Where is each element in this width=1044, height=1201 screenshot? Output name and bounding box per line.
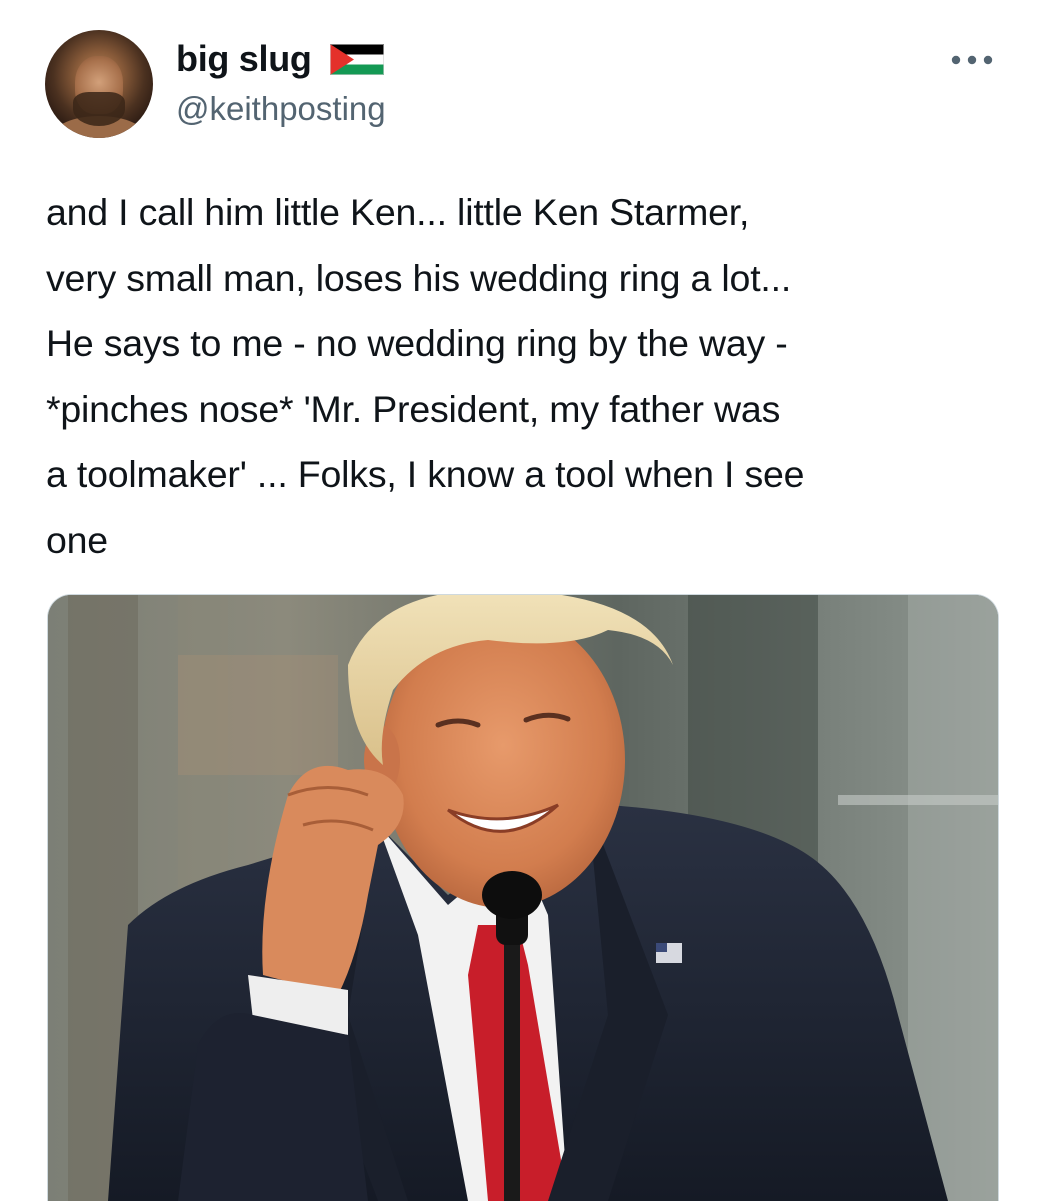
palestine-flag-icon — [330, 44, 384, 75]
tweet-text-line: a toolmaker' ... Folks, I know a tool wh… — [46, 453, 805, 495]
tweet-text-line: and I call him little Ken... little Ken … — [46, 191, 750, 233]
tweet-text-line: He says to me - no wedding ring by the w… — [46, 322, 788, 364]
tweet-text: and I call him little Ken... little Ken … — [46, 180, 1006, 573]
more-options-icon[interactable] — [948, 50, 996, 70]
author-avatar[interactable] — [45, 30, 153, 138]
tweet-photo[interactable] — [47, 594, 999, 1201]
tweet-text-line: very small man, loses his wedding ring a… — [46, 256, 792, 299]
tweet-text-line: one — [46, 518, 108, 561]
author-display-name[interactable]: big slug — [176, 38, 312, 80]
photo-illustration — [48, 595, 998, 1201]
avatar-beard-shape — [73, 92, 125, 126]
author-handle[interactable]: @keithposting — [176, 88, 386, 130]
tweet-text-line: *pinches nose* 'Mr. President, my father… — [46, 387, 781, 430]
